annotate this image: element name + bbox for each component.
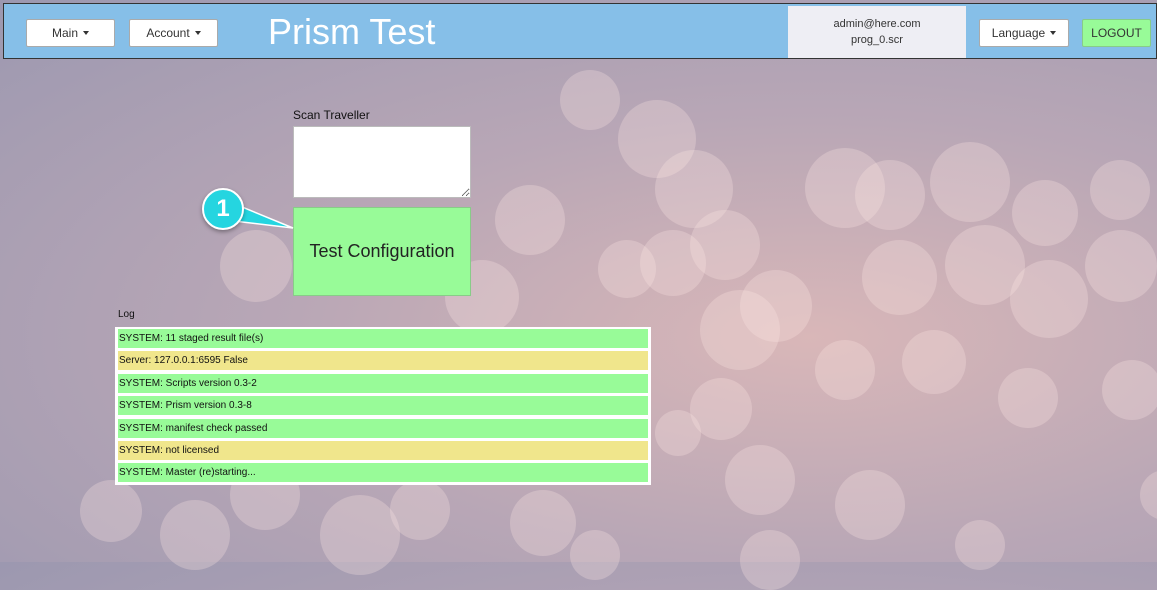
account-menu-button[interactable]: Account (129, 19, 218, 47)
log-entry: SYSTEM: 11 staged result file(s) (118, 329, 648, 348)
main-menu-button[interactable]: Main (26, 19, 115, 47)
account-menu-label: Account (146, 26, 190, 40)
scan-traveller-input[interactable] (293, 126, 471, 198)
app-title: Prism Test (268, 11, 436, 52)
user-info: admin@here.com prog_0.scr (788, 6, 966, 58)
log-entry: SYSTEM: manifest check passed (118, 418, 648, 438)
language-menu-button[interactable]: Language (979, 19, 1069, 47)
language-menu-label: Language (991, 26, 1046, 40)
main-menu-label: Main (51, 26, 78, 40)
log-label: Log (118, 309, 135, 320)
logout-button[interactable]: LOGOUT (1082, 19, 1151, 47)
log-entry: Server: 127.0.0.1:6595 False (118, 351, 648, 371)
navbar: Main Account Prism Test admin@here.com p… (3, 3, 1157, 59)
log-entry: SYSTEM: Prism version 0.3-8 (118, 396, 648, 416)
log-entry: SYSTEM: Master (re)starting... (118, 463, 648, 483)
chevron-down-icon (83, 31, 89, 35)
scan-traveller-label: Scan Traveller (293, 108, 370, 122)
program-file: prog_0.scr (851, 34, 903, 46)
chevron-down-icon (194, 31, 201, 35)
log-panel[interactable]: SYSTEM: 11 staged result file(s) Server:… (115, 327, 651, 485)
test-configuration-button[interactable]: Test Configuration (293, 207, 471, 296)
callout-badge: 1 (202, 188, 244, 230)
user-email: admin@here.com (833, 18, 921, 30)
chevron-down-icon (1050, 31, 1057, 35)
log-entry: SYSTEM: Scripts version 0.3-2 (118, 373, 648, 393)
log-entry: SYSTEM: not licensed (118, 440, 648, 460)
